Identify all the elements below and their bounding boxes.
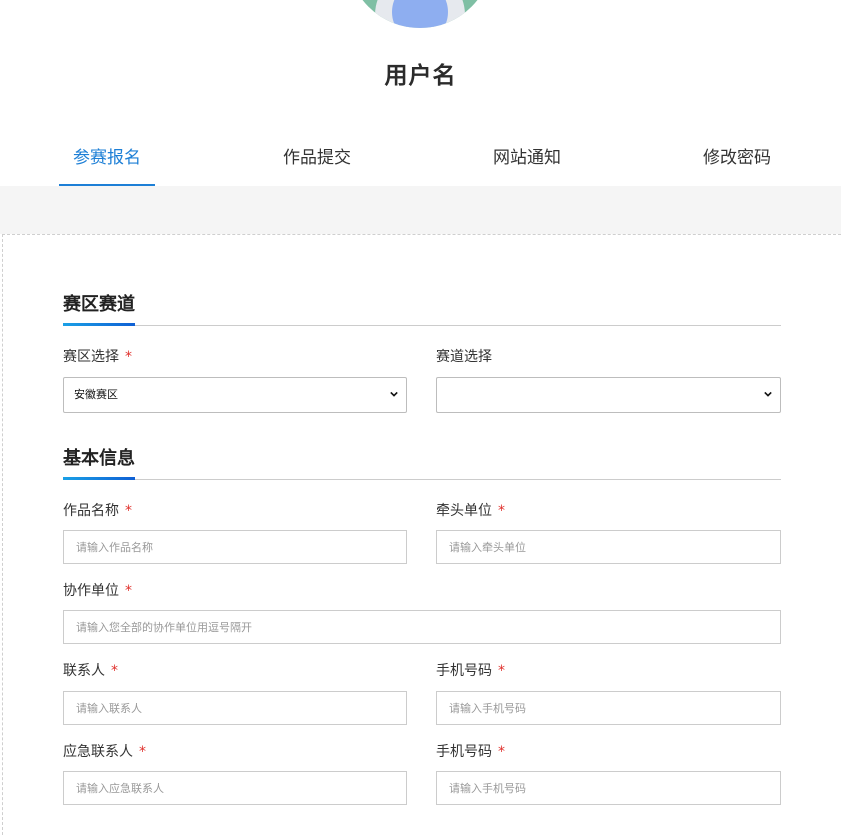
avatar-face [392, 0, 448, 28]
work-name-label: 作品名称 * [63, 503, 132, 519]
tab-site-notice[interactable]: 网站通知 [479, 130, 575, 186]
region-select-value: 安徽赛区 [74, 388, 118, 401]
section-title-basic-info: 基本信息 [63, 447, 781, 480]
section-underline [63, 477, 135, 480]
section-title-division: 赛区赛道 [63, 293, 781, 326]
track-label: 赛道选择 [436, 349, 492, 365]
chevron-down-icon [764, 391, 772, 397]
tab-registration[interactable]: 参赛报名 [59, 130, 155, 186]
tab-submit-work[interactable]: 作品提交 [269, 130, 365, 186]
required-mark: * [498, 744, 505, 760]
avatar [347, 0, 493, 28]
co-units-input[interactable] [63, 610, 781, 644]
required-mark: * [498, 503, 505, 519]
work-name-input[interactable] [63, 530, 407, 564]
required-mark: * [125, 583, 132, 599]
contact-label: 联系人 * [63, 663, 118, 679]
emergency-phone-label: 手机号码 * [436, 744, 505, 760]
chevron-down-icon [390, 391, 398, 397]
required-mark: * [111, 663, 118, 679]
tab-bar: 参赛报名 作品提交 网站通知 修改密码 [0, 130, 841, 186]
lead-unit-input[interactable] [436, 530, 781, 564]
lead-unit-label: 牵头单位 * [436, 503, 505, 519]
required-mark: * [125, 503, 132, 519]
tab-content-spacer [0, 186, 841, 234]
co-units-label: 协作单位 * [63, 583, 132, 599]
username: 用户名 [384, 63, 457, 89]
section-title-text: 赛区赛道 [63, 294, 135, 315]
contact-phone-label: 手机号码 * [436, 663, 505, 679]
emergency-contact-input[interactable] [63, 771, 407, 805]
required-mark: * [498, 663, 505, 679]
track-select[interactable] [436, 377, 781, 413]
region-label: 赛区选择 * [63, 349, 132, 365]
region-select[interactable]: 安徽赛区 [63, 377, 407, 413]
section-underline [63, 323, 135, 326]
section-title-text: 基本信息 [63, 448, 135, 469]
required-mark: * [139, 744, 146, 760]
emergency-phone-input[interactable] [436, 771, 781, 805]
tab-change-password[interactable]: 修改密码 [689, 130, 785, 186]
contact-phone-input[interactable] [436, 691, 781, 725]
emergency-contact-label: 应急联系人 * [63, 744, 146, 760]
required-mark: * [125, 349, 132, 365]
contact-input[interactable] [63, 691, 407, 725]
